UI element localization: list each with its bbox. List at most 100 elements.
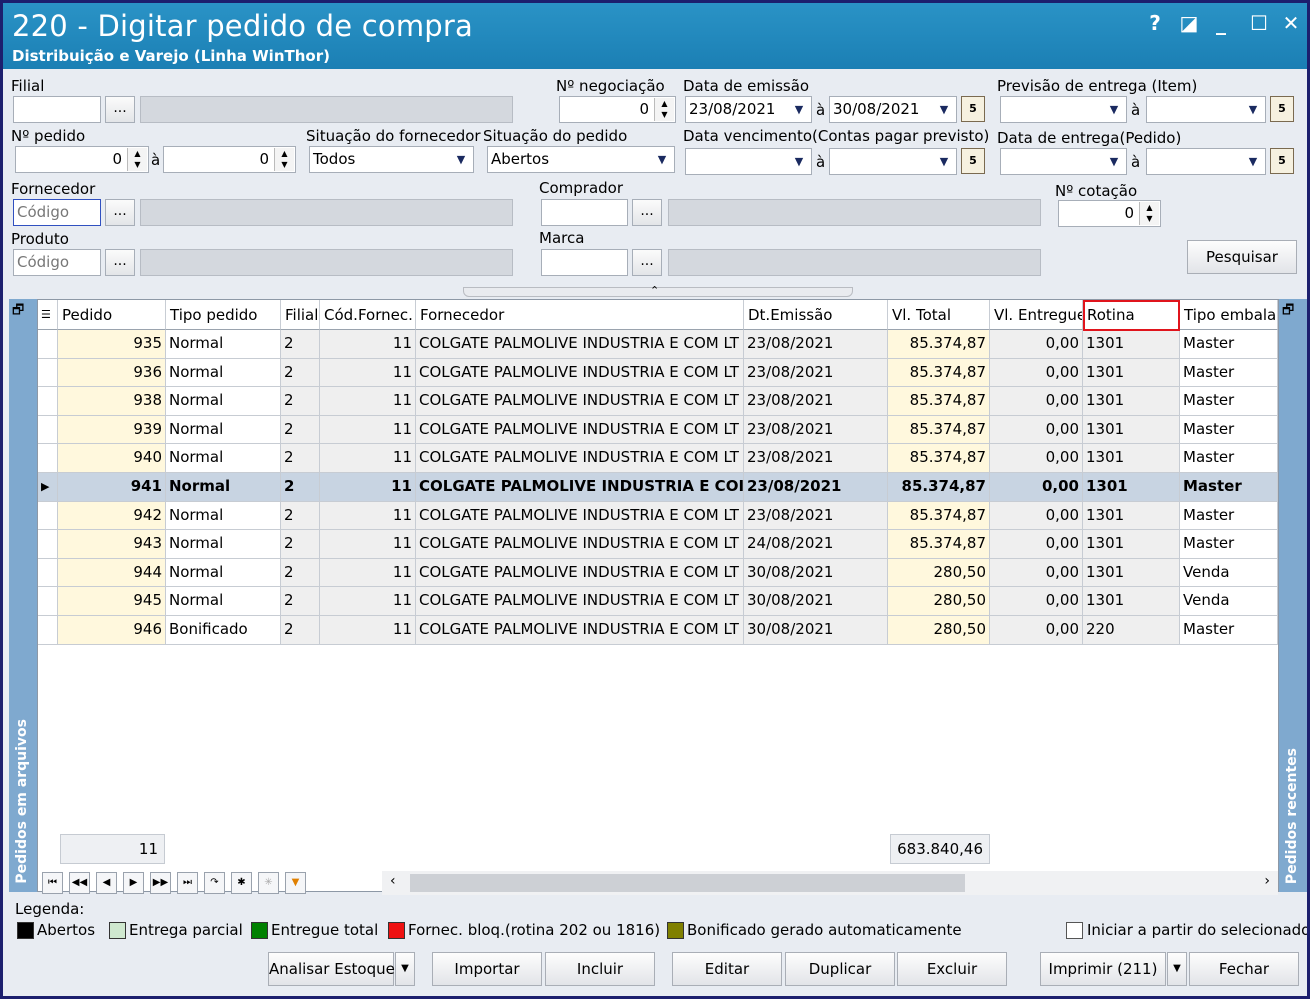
cell-tipo[interactable]: Normal <box>166 330 281 359</box>
analisar-dropdown-icon[interactable]: ▼ <box>395 952 415 986</box>
row-indicator[interactable] <box>38 387 58 416</box>
cell-filial[interactable]: 2 <box>281 415 320 445</box>
table-row[interactable]: 944 Normal 2 11 COLGATE PALMOLIVE INDUSTRIA … <box>38 558 1278 588</box>
cell-forn[interactable]: COLGATE PALMOLIVE INDUSTRIA E COM LT <box>416 530 744 559</box>
column-header-filial[interactable]: Filial <box>281 300 320 330</box>
chevron-down-icon[interactable]: ▼ <box>451 150 471 169</box>
cell-emb[interactable]: Venda <box>1180 587 1278 616</box>
cell-pedido[interactable]: 938 <box>58 387 166 416</box>
cell-forn[interactable]: COLGATE PALMOLIVE INDUSTRIA E COM LT <box>416 358 744 388</box>
cell-vt[interactable]: 85.374,87 <box>888 415 990 445</box>
row-indicator[interactable] <box>38 330 58 359</box>
cell-ve[interactable]: 0,00 <box>990 616 1083 645</box>
chevron-up-icon[interactable]: ⌃ <box>650 284 659 297</box>
cell-tipo[interactable]: Normal <box>166 444 281 473</box>
sit-pedido-select[interactable]: Abertos ▼ <box>487 146 675 173</box>
nr-pedido-ate-spinner[interactable]: ▲ ▼ <box>274 148 294 171</box>
cell-dt[interactable]: 23/08/2021 <box>744 444 888 473</box>
chevron-down-icon[interactable]: ▼ <box>789 100 809 119</box>
cell-tipo[interactable]: Normal <box>166 415 281 445</box>
cell-filial[interactable]: 2 <box>281 587 320 616</box>
edit-record-icon[interactable]: ✳ <box>258 872 279 894</box>
pedidos-arquivos-panel[interactable]: 🗗 Pedidos em arquivos <box>9 299 37 892</box>
table-row[interactable]: 943 Normal 2 11 COLGATE PALMOLIVE INDUSTRIA … <box>38 530 1278 559</box>
nr-pedido-ate-input[interactable]: 0 ▲ ▼ <box>163 146 296 173</box>
data-emissao-ate-input[interactable]: 30/08/2021 ▼ <box>829 96 957 123</box>
incluir-button[interactable]: Incluir <box>545 952 655 986</box>
filial-lookup-button[interactable]: ... <box>105 96 135 123</box>
close-button[interactable]: ✕ <box>1279 11 1303 35</box>
prev-record-icon[interactable]: ◀ <box>96 872 117 894</box>
cell-emb[interactable]: Master <box>1180 473 1278 502</box>
imprimir-dropdown-icon[interactable]: ▼ <box>1167 952 1187 986</box>
cell-vt[interactable]: 85.374,87 <box>888 444 990 473</box>
cell-filial[interactable]: 2 <box>281 558 320 588</box>
entrega-pedido-ate-input[interactable]: ▼ <box>1146 148 1266 175</box>
cell-tipo[interactable]: Bonificado <box>166 616 281 645</box>
cell-forn[interactable]: COLGATE PALMOLIVE INDUSTRIA E COM LT <box>416 616 744 645</box>
row-indicator[interactable] <box>38 530 58 559</box>
cell-vt[interactable]: 85.374,87 <box>888 530 990 559</box>
cell-vt[interactable]: 85.374,87 <box>888 473 990 502</box>
column-header-forn[interactable]: Fornecedor <box>416 300 744 330</box>
row-indicator[interactable] <box>38 444 58 473</box>
cell-vt[interactable]: 85.374,87 <box>888 387 990 416</box>
cell-tipo[interactable]: Normal <box>166 501 281 531</box>
negociacao-input[interactable]: 0 ▲ ▼ <box>559 96 676 123</box>
cell-rot[interactable]: 1301 <box>1083 387 1180 416</box>
produto-code-input[interactable]: Código <box>13 249 101 276</box>
cell-cod[interactable]: 11 <box>320 330 416 359</box>
column-header-dt[interactable]: Dt.Emissão <box>744 300 888 330</box>
cell-cod[interactable]: 11 <box>320 558 416 588</box>
cell-pedido[interactable]: 944 <box>58 558 166 588</box>
cell-pedido[interactable]: 936 <box>58 358 166 388</box>
cell-cod[interactable]: 11 <box>320 616 416 645</box>
calendar-icon[interactable]: 5 <box>1270 96 1294 122</box>
cell-rot[interactable]: 1301 <box>1083 558 1180 588</box>
cell-rot[interactable]: 1301 <box>1083 473 1180 502</box>
cell-cod[interactable]: 11 <box>320 501 416 531</box>
cell-ve[interactable]: 0,00 <box>990 558 1083 588</box>
cell-forn[interactable]: COLGATE PALMOLIVE INDUSTRIA E COM LT <box>416 444 744 473</box>
cell-forn[interactable]: COLGATE PALMOLIVE INDUSTRIA E COI <box>416 473 744 502</box>
cell-dt[interactable]: 30/08/2021 <box>744 558 888 588</box>
cell-cod[interactable]: 11 <box>320 530 416 559</box>
cell-emb[interactable]: Master <box>1180 444 1278 473</box>
cell-rot[interactable]: 1301 <box>1083 358 1180 388</box>
importar-button[interactable]: Importar <box>432 952 542 986</box>
data-emissao-de-input[interactable]: 23/08/2021 ▼ <box>685 96 812 123</box>
column-header-tipo[interactable]: Tipo pedido <box>166 300 281 330</box>
cell-rot[interactable]: 1301 <box>1083 587 1180 616</box>
cell-dt[interactable]: 24/08/2021 <box>744 530 888 559</box>
cell-filial[interactable]: 2 <box>281 387 320 416</box>
chevron-down-icon[interactable]: ▼ <box>1243 152 1263 171</box>
entrega-pedido-de-input[interactable]: ▼ <box>1000 148 1127 175</box>
cell-rot[interactable]: 1301 <box>1083 501 1180 531</box>
cell-forn[interactable]: COLGATE PALMOLIVE INDUSTRIA E COM LT <box>416 587 744 616</box>
cell-ve[interactable]: 0,00 <box>990 501 1083 531</box>
cell-ve[interactable]: 0,00 <box>990 330 1083 359</box>
duplicar-button[interactable]: Duplicar <box>785 952 895 986</box>
maximize-button[interactable]: ☐ <box>1247 11 1271 35</box>
cell-vt[interactable]: 85.374,87 <box>888 330 990 359</box>
row-indicator[interactable]: ▶ <box>38 473 58 502</box>
calendar-icon[interactable]: 5 <box>961 148 985 174</box>
cell-ve[interactable]: 0,00 <box>990 415 1083 445</box>
cell-cod[interactable]: 11 <box>320 358 416 388</box>
fornecedor-code-input[interactable]: Código <box>13 199 101 226</box>
table-row[interactable]: ▶ 941 Normal 2 11 COLGATE PALMOLIVE INDUSTRIA… <box>38 473 1278 502</box>
cell-rot[interactable]: 1301 <box>1083 330 1180 359</box>
cell-dt[interactable]: 23/08/2021 <box>744 501 888 531</box>
cell-rot[interactable]: 1301 <box>1083 530 1180 559</box>
cell-forn[interactable]: COLGATE PALMOLIVE INDUSTRIA E COM LT <box>416 330 744 359</box>
row-indicator[interactable] <box>38 616 58 645</box>
cell-ve[interactable]: 0,00 <box>990 530 1083 559</box>
cell-pedido[interactable]: 945 <box>58 587 166 616</box>
cell-vt[interactable]: 280,50 <box>888 616 990 645</box>
cell-ve[interactable]: 0,00 <box>990 358 1083 388</box>
first-page-icon[interactable]: ⏮ <box>42 872 63 894</box>
cell-cod[interactable]: 11 <box>320 387 416 416</box>
horizontal-scrollbar[interactable]: ‹ › <box>382 871 1278 895</box>
pesquisar-button[interactable]: Pesquisar <box>1187 240 1297 274</box>
cell-vt[interactable]: 85.374,87 <box>888 358 990 388</box>
